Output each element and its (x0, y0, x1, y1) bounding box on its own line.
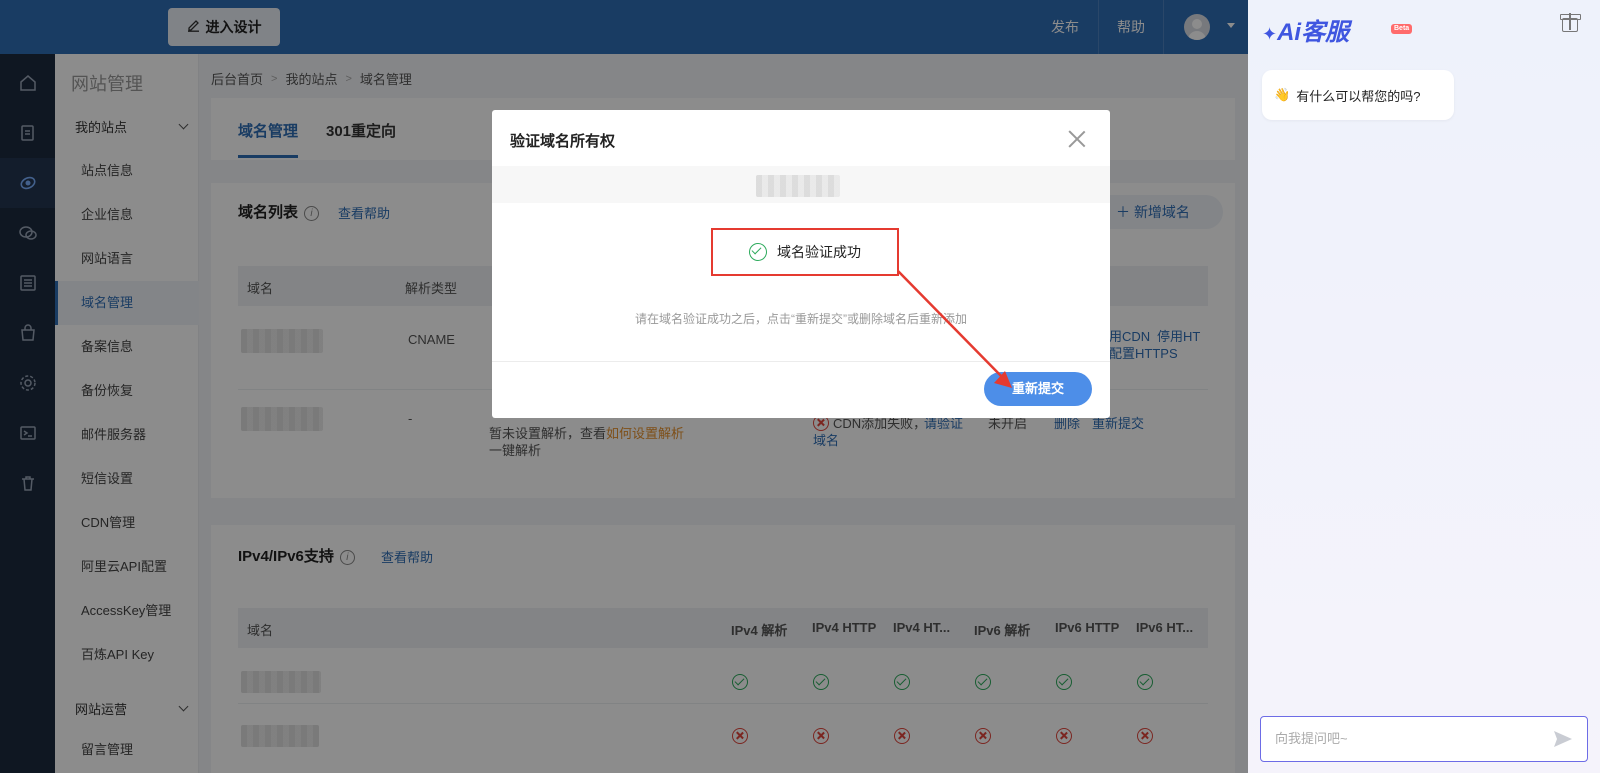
ai-greeting-bubble: 👋 有什么可以帮您的吗? (1262, 70, 1454, 120)
success-text: 域名验证成功 (777, 244, 861, 260)
domain-band (492, 166, 1110, 203)
modal-divider (492, 361, 1110, 362)
verify-domain-modal: 验证域名所有权 域名验证成功 请在域名验证成功之后，点击“重新提交”或删除域名后… (492, 110, 1110, 418)
sparkle-icon: ✦ (1262, 24, 1278, 44)
greeting-text: 有什么可以帮您的吗? (1296, 88, 1421, 104)
modal-title: 验证域名所有权 (510, 133, 616, 150)
modal-hint: 请在域名验证成功之后，点击“重新提交”或删除域名后重新添加 (635, 312, 967, 326)
send-icon[interactable] (1553, 730, 1573, 748)
wave-hand-icon: 👋 (1274, 87, 1291, 102)
ai-question-input[interactable]: 向我提问吧~ (1260, 716, 1588, 762)
close-icon[interactable] (1068, 130, 1086, 148)
verify-success-message: 域名验证成功 (711, 228, 899, 276)
input-placeholder: 向我提问吧~ (1275, 731, 1348, 746)
beta-badge: Beta (1391, 24, 1413, 34)
gift-icon[interactable] (1560, 13, 1581, 32)
check-circle-icon (749, 243, 767, 261)
ai-assistant-panel: ✦Ai客服 Beta 👋 有什么可以帮您的吗? 向我提问吧~ (1248, 0, 1600, 773)
resubmit-button[interactable]: 重新提交 (984, 372, 1092, 406)
blurred-domain (756, 175, 840, 197)
ai-logo: ✦Ai客服 Beta (1262, 12, 1413, 47)
